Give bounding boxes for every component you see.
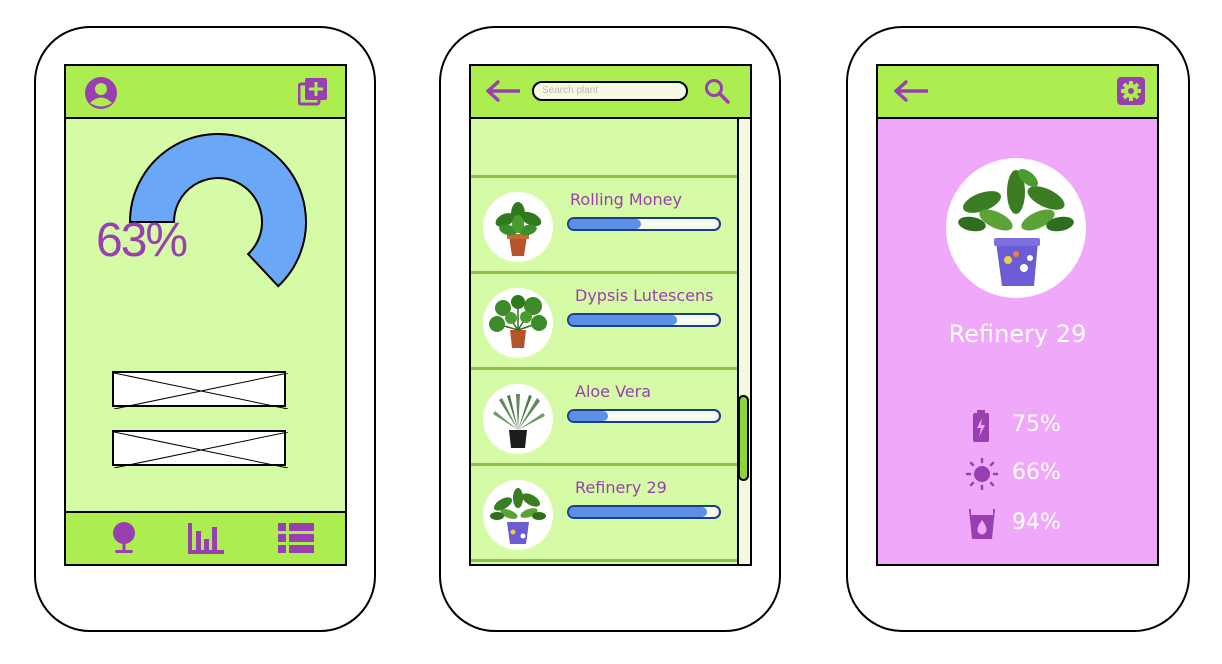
plant-list-screen: Search plant Rolling Money Dypsis Lutesc… (469, 64, 752, 566)
overall-percent: 63% (96, 214, 188, 267)
list-icon[interactable] (278, 523, 314, 553)
plant-photo (946, 158, 1086, 298)
plant-detail-header (878, 66, 1157, 119)
settings-gear-icon[interactable] (1116, 76, 1146, 106)
search-input[interactable]: Search plant (532, 81, 688, 101)
phone-plant-detail: Refinery 29 75% 66% 94% (846, 26, 1190, 632)
phone-dashboard: 63% (34, 26, 376, 632)
placeholder-image-1 (112, 371, 288, 409)
plant-thumbnail (483, 192, 553, 262)
list-item[interactable]: Aloe Vera (471, 370, 741, 463)
plant-icon[interactable] (110, 521, 138, 557)
plant-level-bar (567, 217, 721, 231)
plant-level-bar (567, 313, 721, 327)
plant-level-bar (567, 505, 721, 519)
placeholder-image-2 (112, 430, 288, 468)
search-icon[interactable] (704, 78, 730, 104)
plant-title: Refinery 29 (948, 320, 1087, 348)
plant-list: Rolling Money Dypsis Lutescens Aloe Vera… (471, 119, 741, 564)
light-value: 66% (1012, 460, 1061, 485)
plant-level-bar (567, 409, 721, 423)
list-item[interactable]: Refinery 29 (471, 466, 741, 559)
back-arrow-icon[interactable] (894, 80, 928, 102)
plant-thumbnail (483, 384, 553, 454)
plant-name: Refinery 29 (575, 478, 667, 497)
add-plant-icon[interactable] (298, 77, 328, 107)
battery-value: 75% (1012, 412, 1061, 437)
water-value: 94% (1012, 510, 1061, 535)
sun-icon (966, 458, 998, 490)
bottom-navigation (66, 511, 345, 564)
plant-name: Aloe Vera (575, 382, 652, 401)
plant-detail-screen: Refinery 29 75% 66% 94% (876, 64, 1159, 566)
plant-name: Dypsis Lutescens (575, 286, 714, 305)
plant-thumbnail (483, 480, 553, 550)
bar-chart-icon[interactable] (188, 521, 224, 555)
search-placeholder: Search plant (542, 85, 599, 96)
plant-list-header: Search plant (471, 66, 750, 119)
plant-thumbnail (483, 288, 553, 358)
scrollbar-track[interactable] (737, 119, 750, 564)
phone-plant-list: Search plant Rolling Money Dypsis Lutesc… (439, 26, 781, 632)
list-item[interactable]: Rolling Money (471, 178, 741, 271)
list-item[interactable]: Dypsis Lutescens (471, 274, 741, 367)
back-arrow-icon[interactable] (486, 80, 520, 102)
plant-name: Rolling Money (570, 190, 682, 209)
profile-icon[interactable] (84, 76, 118, 110)
water-glass-icon (969, 509, 995, 539)
dashboard-header (66, 66, 345, 119)
dashboard-screen: 63% (64, 64, 347, 566)
scrollbar-thumb[interactable] (738, 395, 749, 481)
battery-icon (973, 410, 989, 442)
